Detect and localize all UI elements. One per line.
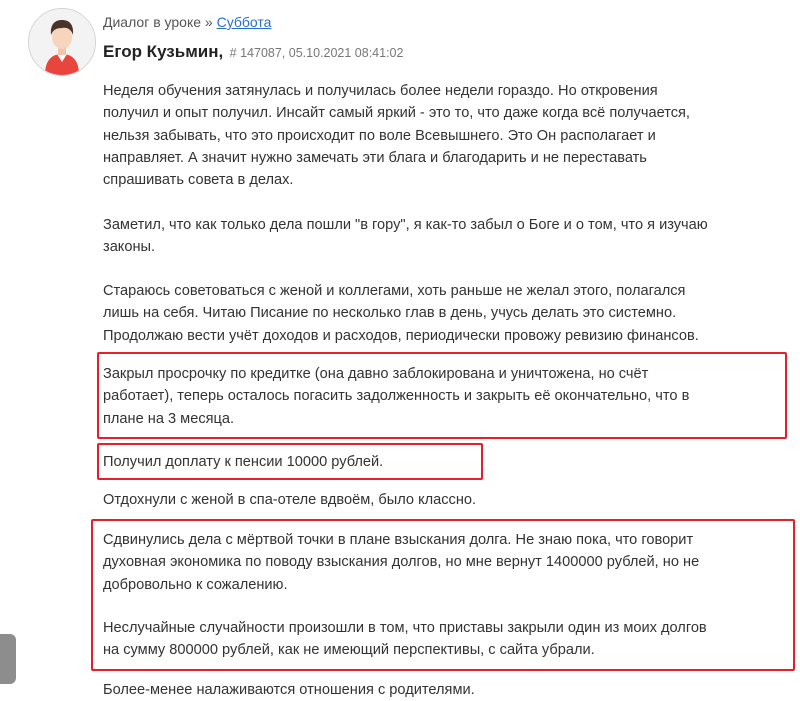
post-header: Егор Кузьмин, # 147087, 05.10.2021 08:41…: [103, 42, 403, 62]
text-line: Закрыл просрочку по кредитке (она давно …: [103, 366, 649, 382]
text-line: Сдвинулись дела с мёртвой точки в плане …: [103, 532, 694, 548]
text-line: Неслучайные случайности произошли в том,…: [103, 620, 707, 636]
text-line: Заметил, что как только дела пошли "в го…: [103, 217, 708, 233]
post-meta: # 147087, 05.10.2021 08:41:02: [229, 46, 404, 60]
author-avatar[interactable]: [28, 8, 96, 76]
text-line: Отдохнули с женой в спа-отеле вдвоём, бы…: [103, 492, 477, 508]
author-name[interactable]: Егор Кузьмин,: [103, 42, 223, 61]
text-line: спрашивать совета в делах.: [103, 172, 294, 189]
text-line: плане на 3 месяца.: [103, 410, 235, 427]
text-line: Неделя обучения затянулась и получилась …: [103, 83, 658, 99]
text-line: направляет. А значит нужно замечать эти …: [103, 149, 647, 166]
post-paragraph-9: Более-менее налаживаются отношения с род…: [103, 679, 475, 701]
post-paragraph-3: Стараюсь советоваться с женой и коллегам…: [103, 280, 699, 347]
post-paragraph-1: Неделя обучения затянулась и получилась …: [103, 80, 690, 191]
post-paragraph-8: Неслучайные случайности произошли в том,…: [103, 617, 707, 662]
text-line: работает), теперь осталось погасить задо…: [103, 388, 690, 405]
user-avatar-icon: [29, 9, 95, 75]
text-line: добровольно к сожалению.: [103, 576, 288, 593]
post-paragraph-6: Отдохнули с женой в спа-отеле вдвоём, бы…: [103, 489, 476, 511]
breadcrumb-link-saturday[interactable]: Суббота: [217, 14, 272, 30]
side-panel-tab[interactable]: [0, 634, 16, 684]
text-line: Стараюсь советоваться с женой и коллегам…: [103, 283, 686, 299]
breadcrumb: Диалог в уроке » Суббота: [103, 14, 271, 30]
text-line: лишь на себя. Читаю Писание по несколько…: [103, 305, 677, 322]
post-paragraph-2: Заметил, что как только дела пошли "в го…: [103, 214, 708, 259]
text-line: на сумму 800000 рублей, как не имеющий п…: [103, 642, 595, 659]
text-line: получил и опыт получил. Инсайт самый ярк…: [103, 105, 690, 122]
text-line: Продолжаю вести учёт доходов и расходов,…: [103, 327, 699, 344]
post-paragraph-5: Получил доплату к пенсии 10000 рублей.: [103, 451, 383, 473]
post-paragraph-4: Закрыл просрочку по кредитке (она давно …: [103, 363, 689, 430]
text-line: законы.: [103, 239, 156, 256]
post-paragraph-7: Сдвинулись дела с мёртвой точки в плане …: [103, 529, 699, 596]
text-line: духовная экономика по поводу взыскания д…: [103, 554, 700, 571]
text-line: Получил доплату к пенсии 10000 рублей.: [103, 454, 384, 470]
text-line: нельзя забывать, что это происходит по в…: [103, 127, 656, 144]
breadcrumb-prefix: Диалог в уроке »: [103, 14, 213, 30]
text-line: Более-менее налаживаются отношения с род…: [103, 682, 475, 698]
